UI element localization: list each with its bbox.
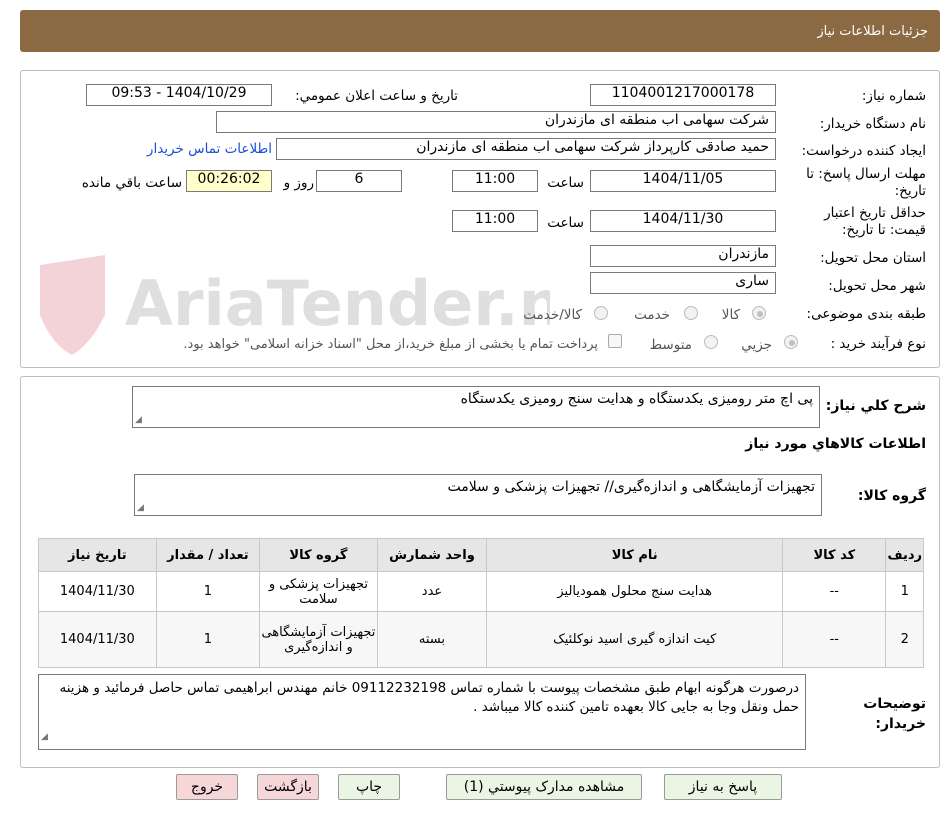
- category-option-goods-service: کالا/خدمت: [523, 307, 582, 323]
- summary-text: پی اچ متر رومیزی یکدستگاه و هدایت سنج رو…: [460, 391, 813, 407]
- resize-grip-icon[interactable]: ◢: [137, 503, 144, 513]
- col-header-name: نام کالا: [486, 538, 784, 572]
- validity-label: حداقل تاریخ اعتبار قیمت: تا تاریخ:: [824, 205, 926, 238]
- category-radio-goods-service[interactable]: [594, 306, 608, 320]
- cell-date: 1404/11/30: [38, 571, 157, 612]
- days-remaining-field: 6: [316, 170, 402, 192]
- buyer-field: شرکت سهامی اب منطقه ای مازندران: [216, 111, 776, 133]
- col-header-quantity: تعداد / مقدار: [155, 538, 261, 572]
- category-label: طبقه بندی موضوعی:: [806, 306, 926, 322]
- deadline-time-label: ساعت: [547, 175, 584, 191]
- validity-time-label: ساعت: [547, 215, 584, 231]
- summary-field: پی اچ متر رومیزی یکدستگاه و هدایت سنج رو…: [132, 386, 820, 428]
- buyer-label: نام دستگاه خریدار:: [819, 116, 926, 132]
- category-radio-service[interactable]: [684, 306, 698, 320]
- announce-label: تاریخ و ساعت اعلان عمومي:: [295, 88, 458, 104]
- buyer-contact-link[interactable]: اطلاعات تماس خریدار: [147, 141, 272, 157]
- view-attachments-button[interactable]: مشاهده مدارک پیوستي (1): [446, 774, 642, 800]
- table-row: 1 -- هدایت سنج محلول همودیالیز عدد تجهیز…: [38, 571, 924, 612]
- print-button[interactable]: چاپ: [338, 774, 400, 800]
- cell-name: کیت اندازه گیری اسید نوکلئیک: [486, 611, 784, 668]
- buyer-notes-field: درصورت هرگونه ابهام طبق مشخصات پیوست با …: [38, 674, 806, 750]
- cell-row-number: 1: [885, 571, 924, 612]
- resize-grip-icon[interactable]: ◢: [135, 415, 142, 425]
- process-note: پرداخت تمام یا بخشی از مبلغ خرید،از محل …: [183, 337, 598, 352]
- table-header-row: ردیف کد کالا نام کالا واحد شمارش گروه کا…: [38, 538, 924, 572]
- page-header: جزئیات اطلاعات نیاز: [20, 10, 940, 52]
- category-option-goods: کالا: [721, 307, 740, 323]
- process-option-medium: متوسط: [649, 337, 692, 353]
- cell-group: تجهیزات پزشکی و سلامت: [259, 571, 378, 612]
- treasury-checkbox[interactable]: [608, 334, 622, 348]
- goods-group-field: تجهیزات آزمایشگاهی و اندازه‌گیری// تجهیز…: [134, 474, 822, 516]
- validity-date-field: 1404/11/30: [590, 210, 776, 232]
- back-button[interactable]: بازگشت: [257, 774, 319, 800]
- creator-field: حمید صادقی کارپرداز شرکت سهامی اب منطقه …: [276, 138, 776, 160]
- buyer-notes-text: درصورت هرگونه ابهام طبق مشخصات پیوست با …: [59, 680, 800, 715]
- validity-time-field: 11:00: [452, 210, 538, 232]
- process-option-minor: جزیي: [741, 337, 772, 353]
- deadline-label: مهلت ارسال پاسخ: تا تاریخ:: [806, 166, 926, 199]
- reply-button[interactable]: پاسخ به نیاز: [664, 774, 782, 800]
- days-label: روز و: [283, 175, 314, 191]
- deadline-date-field: 1404/11/05: [590, 170, 776, 192]
- table-row: 2 -- کیت اندازه گیری اسید نوکلئیک بسته ت…: [38, 611, 924, 668]
- announce-date-field: 1404/10/29 - 09:53: [86, 84, 272, 106]
- cell-code: --: [782, 611, 887, 668]
- province-field: مازندران: [590, 245, 776, 267]
- page-title: جزئیات اطلاعات نیاز: [817, 24, 928, 39]
- col-header-date: تاریخ نیاز: [38, 538, 157, 572]
- cell-quantity: 1: [155, 571, 261, 612]
- remaining-label: ساعت باقي مانده: [81, 175, 182, 191]
- creator-label: ایجاد کننده درخواست:: [801, 143, 926, 159]
- cell-name: هدایت سنج محلول همودیالیز: [486, 571, 784, 612]
- exit-button[interactable]: خروج: [176, 774, 238, 800]
- col-header-group: گروه کالا: [259, 538, 378, 572]
- cell-group: تجهیزات آزمایشگاهی و اندازه‌گیری: [259, 611, 378, 668]
- province-label: استان محل تحویل:: [820, 250, 926, 266]
- process-radio-minor[interactable]: [784, 335, 798, 349]
- cell-code: --: [782, 571, 887, 612]
- col-header-unit: واحد شمارش: [376, 538, 488, 572]
- cell-unit: بسته: [376, 611, 488, 668]
- deadline-time-field: 11:00: [452, 170, 538, 192]
- cell-date: 1404/11/30: [38, 611, 157, 668]
- cell-row-number: 2: [885, 611, 924, 668]
- goods-group-text: تجهیزات آزمایشگاهی و اندازه‌گیری// تجهیز…: [447, 479, 815, 495]
- process-radio-medium[interactable]: [704, 335, 718, 349]
- goods-group-label: گروه کالا:: [857, 488, 926, 504]
- category-option-service: خدمت: [634, 307, 670, 323]
- col-header-code: کد کالا: [782, 538, 887, 572]
- category-radio-goods[interactable]: [752, 306, 766, 320]
- summary-label: شرح کلي نیاز:: [825, 398, 926, 414]
- buyer-notes-label: توضیحات خریدار:: [863, 696, 926, 732]
- goods-table: ردیف کد کالا نام کالا واحد شمارش گروه کا…: [38, 538, 924, 668]
- need-number-label: شماره نیاز:: [861, 88, 926, 104]
- city-label: شهر محل تحویل:: [828, 278, 926, 294]
- goods-info-title: اطلاعات کالاهاي مورد نیاز: [745, 436, 926, 452]
- need-number-field: 1104001217000178: [590, 84, 776, 106]
- watermark-text: AriaTender.neT: [125, 267, 550, 340]
- cell-unit: عدد: [376, 571, 488, 612]
- cell-quantity: 1: [155, 611, 261, 668]
- watermark-shield-icon: [40, 255, 105, 355]
- process-label: نوع فرآیند خرید :: [830, 336, 926, 352]
- col-header-row-number: ردیف: [885, 538, 924, 572]
- resize-grip-icon[interactable]: ◢: [41, 728, 48, 747]
- city-field: ساری: [590, 272, 776, 294]
- remaining-time-field: 00:26:02: [186, 170, 272, 192]
